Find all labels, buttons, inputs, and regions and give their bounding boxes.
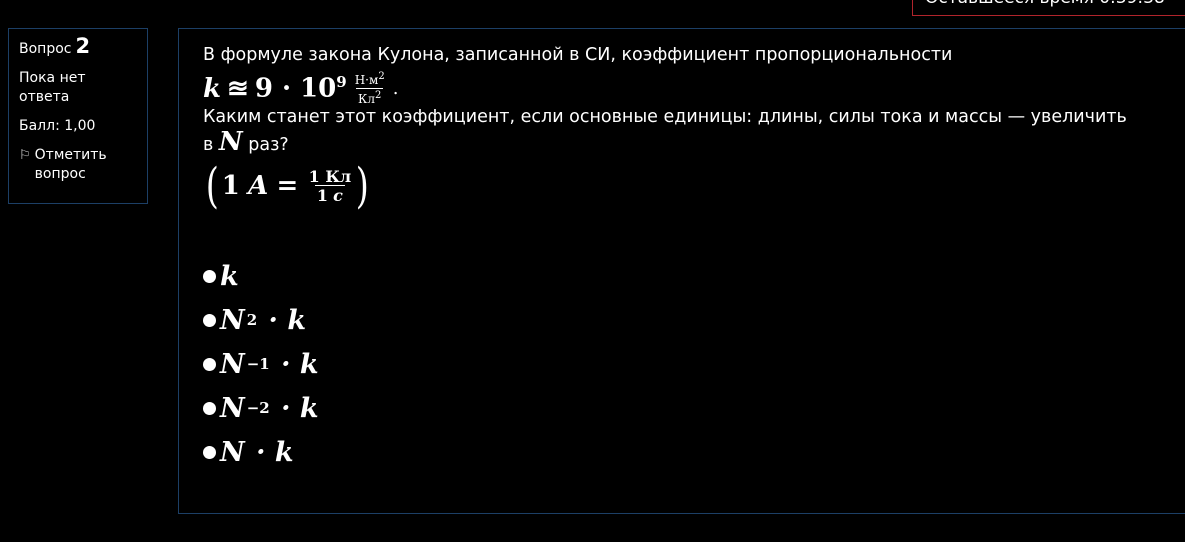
unit-denominator: Кл2 — [356, 88, 384, 106]
radio-button[interactable] — [203, 445, 216, 459]
hint-den-var: c — [333, 185, 343, 205]
answer-2-tail: · k — [259, 304, 307, 336]
answer-1-tail: k — [220, 260, 239, 292]
question-text-line3: в N раз? — [203, 127, 1163, 158]
answer-2-exp: 2 — [246, 311, 258, 329]
k-symbol: k — [203, 73, 222, 104]
hint-eq: = — [276, 171, 299, 201]
ampere-hint: ( 1 A = 1 Кл 1 c ) — [203, 162, 1163, 210]
answer-option-2[interactable]: N2 · k — [203, 298, 1163, 342]
answer-option-3[interactable]: N −1 · k — [203, 342, 1163, 386]
remaining-time-text: Оставшееся время 0:39:38 — [925, 0, 1165, 8]
answer-options: k N2 · k N −1 · k N −2 · k N · k — [203, 254, 1163, 474]
hint-numerator: 1 Кл — [308, 166, 352, 186]
answer-4-exp: −2 — [246, 399, 270, 417]
right-paren: ) — [355, 158, 370, 214]
question-grade: Балл: 1,00 — [19, 118, 96, 134]
unit-den-text: Кл — [358, 92, 375, 106]
hint-den-num: 1 — [316, 185, 329, 205]
hint-one: 1 — [221, 171, 240, 201]
question-text-line2: Каким станет этот коэффициент, если осно… — [203, 107, 1127, 127]
k-value-exp: 9 — [336, 73, 347, 92]
question-title: Вопрос 2 — [19, 34, 137, 59]
answer-3-exp: −1 — [246, 355, 270, 373]
answer-option-4[interactable]: N −2 · k — [203, 386, 1163, 430]
text-line3-post: раз? — [248, 135, 289, 155]
answer-5-base: N — [220, 436, 245, 468]
left-paren: ( — [205, 158, 219, 214]
flag-question-label: Отметить вопрос — [34, 147, 107, 182]
question-content: В формуле закона Кулона, записанной в СИ… — [178, 28, 1185, 514]
radio-button[interactable] — [203, 401, 216, 415]
k-value: 9 · 109 — [255, 73, 347, 104]
answer-2-base: N — [220, 304, 245, 336]
hint-fraction: 1 Кл 1 c — [307, 166, 354, 205]
answer-5-tail: · k — [246, 436, 294, 468]
radio-button[interactable] — [203, 357, 216, 371]
unit-fraction: Н·м2 Кл2 — [353, 72, 387, 106]
n-symbol: N — [218, 127, 243, 157]
question-text-line1: В формуле закона Кулона, записанной в СИ… — [203, 45, 953, 65]
flag-icon: ⚐ — [19, 148, 31, 163]
hint-denominator: 1 c — [314, 184, 345, 205]
unit-den-exp: 2 — [374, 90, 382, 101]
question-state: Пока нет ответа — [19, 70, 86, 105]
coefficient-formula: k ≊ 9 · 109 Н·м2 Кл2 . — [203, 72, 1163, 106]
answer-3-base: N — [220, 348, 245, 380]
unit-num-exp: 2 — [378, 71, 385, 82]
hint-ampere: A — [248, 171, 269, 201]
answer-4-tail: · k — [271, 392, 319, 424]
radio-button[interactable] — [203, 269, 216, 283]
question-info-panel: Вопрос 2 Пока нет ответа Балл: 1,00 ⚐ От… — [8, 28, 148, 204]
k-value-base: 9 · 10 — [254, 73, 337, 104]
answer-4-base: N — [220, 392, 245, 424]
unit-numerator: Н·м2 — [353, 72, 387, 88]
text-line3-pre: в — [203, 135, 214, 155]
question-label: Вопрос — [19, 41, 72, 57]
flag-question-button[interactable]: ⚐ Отметить вопрос — [19, 146, 137, 184]
answer-option-5[interactable]: N · k — [203, 430, 1163, 474]
question-number: 2 — [75, 34, 91, 58]
approx-sign: ≊ — [227, 73, 249, 104]
answer-3-tail: · k — [271, 348, 319, 380]
unit-num-text: Н·м — [354, 73, 379, 87]
radio-button[interactable] — [203, 313, 216, 327]
answer-option-1[interactable]: k — [203, 254, 1163, 298]
formula-period: . — [392, 78, 399, 99]
remaining-time-badge: Оставшееся время 0:39:38 — [912, 0, 1185, 16]
